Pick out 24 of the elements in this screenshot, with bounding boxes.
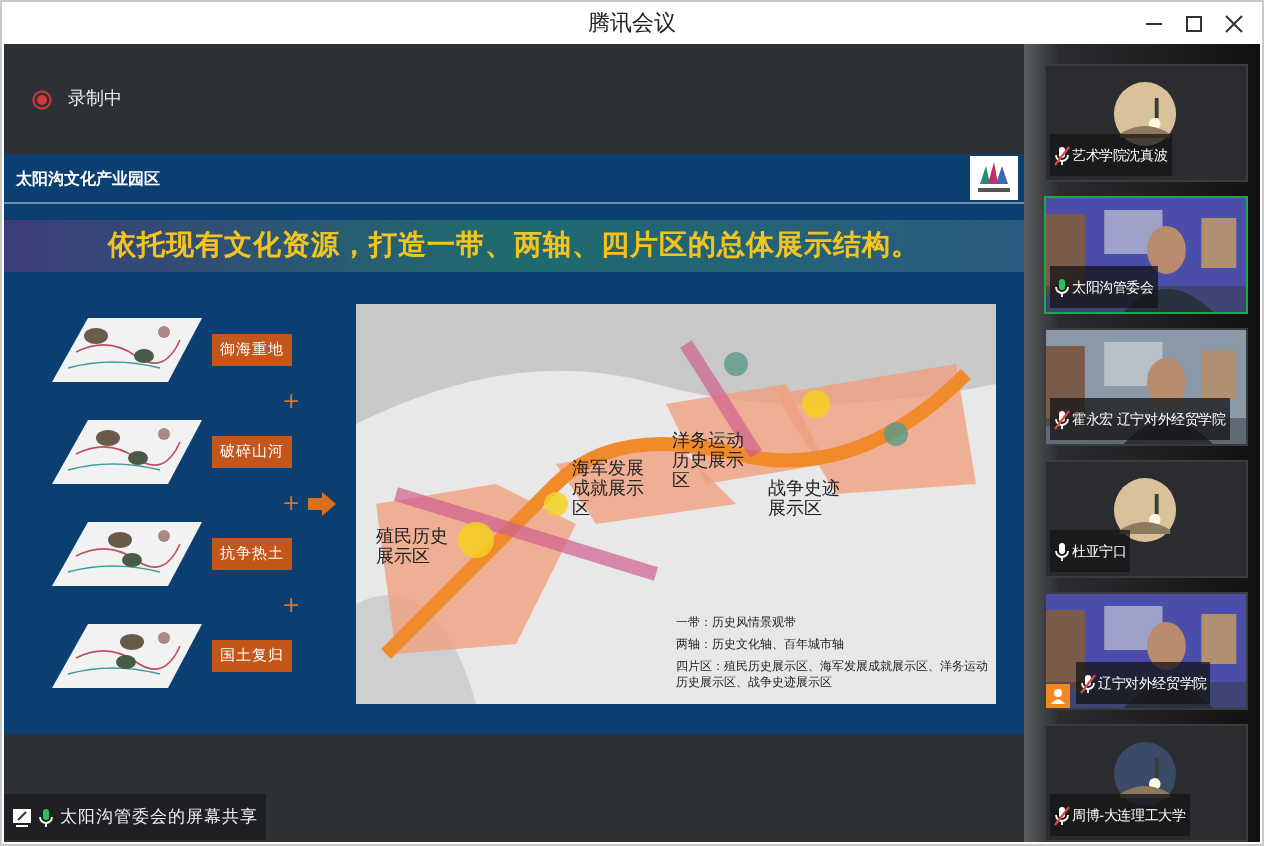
muted-mic-icon — [1054, 410, 1070, 430]
zone-label: 战争史迹展示区 — [768, 479, 843, 521]
recording-label: 录制中 — [68, 87, 122, 112]
muted-mic-icon — [1080, 674, 1096, 694]
slide-headline: 依托现有文化资源，打造一带、两轴、四片区的总体展示结构。 — [108, 228, 920, 264]
screen-share-icon — [12, 807, 32, 827]
plus-sign: + — [282, 388, 301, 414]
mic-icon — [1054, 542, 1070, 562]
logo-icon — [970, 156, 1018, 200]
arrow-icon — [308, 491, 337, 515]
window-title: 腾讯会议 — [588, 8, 676, 38]
mic-icon — [1054, 278, 1070, 298]
zone-label: 殖民历史展示区 — [376, 527, 451, 569]
muted-mic-icon — [1054, 146, 1070, 166]
maximize-icon — [1184, 13, 1204, 33]
slide-header: 太阳沟文化产业园区 — [16, 167, 160, 189]
screen-share-label: 太阳沟管委会的屏幕共享 — [60, 805, 258, 829]
mic-icon — [38, 808, 54, 828]
plus-sign: + — [282, 490, 301, 516]
close-icon — [1224, 13, 1244, 33]
zone-label: 海军发展成就展示区 — [572, 459, 647, 522]
plus-sign: + — [282, 592, 301, 618]
muted-mic-icon — [1054, 806, 1070, 826]
zone-label: 洋务运动历史展示区 — [672, 431, 747, 494]
